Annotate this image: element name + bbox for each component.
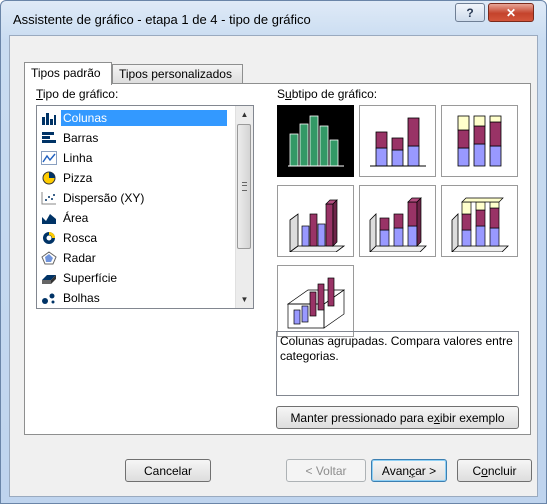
- doughnut-chart-icon: [39, 229, 59, 247]
- bar-chart-icon: [39, 129, 59, 147]
- chart-type-label-text: Rosca: [63, 231, 98, 245]
- chart-wizard-dialog: Assistente de gráfico - etapa 1 de 4 - t…: [0, 0, 547, 504]
- chart-type-item-5[interactable]: Área: [39, 208, 236, 228]
- chart-type-item-1[interactable]: Barras: [39, 128, 236, 148]
- subtype-3d-column[interactable]: [277, 265, 354, 337]
- scroll-up-icon[interactable]: ▲: [236, 106, 253, 123]
- finish-button[interactable]: Concluir: [457, 459, 532, 482]
- 3d-stacked-column-icon: [368, 197, 427, 252]
- subtype-description: Colunas agrupadas. Compara valores entre…: [276, 331, 519, 396]
- chart-type-item-2[interactable]: Linha: [39, 148, 236, 168]
- chart-type-label-text: Radar: [63, 251, 96, 265]
- clustered-column-icon: [287, 115, 344, 167]
- subtype-100-stacked-column[interactable]: [441, 105, 518, 177]
- stacked-column-icon: [369, 117, 426, 167]
- subtype-3d-clustered-column[interactable]: [277, 185, 354, 257]
- tab-custom-types[interactable]: Tipos personalizados: [112, 64, 243, 84]
- 3d-clustered-column-icon: [288, 199, 345, 252]
- chart-type-item-4[interactable]: Dispersão (XY): [39, 188, 236, 208]
- pie-chart-icon: [39, 169, 59, 187]
- chart-type-item-8[interactable]: Superfície: [39, 268, 236, 288]
- line-chart-icon: [39, 149, 59, 167]
- window-title: Assistente de gráfico - etapa 1 de 4 - t…: [13, 12, 311, 27]
- subtype-3d-100-stacked-column[interactable]: [441, 185, 518, 257]
- chart-type-label-text: Bolhas: [63, 291, 100, 305]
- percent-stacked-column-icon: [457, 115, 501, 167]
- bubble-chart-icon: [39, 289, 59, 307]
- preview-sample-button[interactable]: Manter pressionado para exibir exemplo: [276, 406, 519, 429]
- chart-type-label-text: Área: [63, 211, 89, 225]
- area-chart-icon: [39, 209, 59, 227]
- chart-type-scrollbar[interactable]: ▲ ▼: [235, 106, 253, 308]
- scroll-down-icon[interactable]: ▼: [236, 291, 253, 308]
- radar-chart-icon: [39, 249, 59, 267]
- tab-standard-types[interactable]: Tipos padrão: [24, 62, 112, 85]
- chart-type-label-text: Dispersão (XY): [63, 191, 145, 205]
- chart-type-label-text: Pizza: [63, 171, 93, 185]
- close-icon: ✕: [505, 5, 517, 20]
- chart-type-label-text: Linha: [63, 151, 93, 165]
- dialog-body: Tipos padrão Tipos personalizados Tipo d…: [9, 35, 538, 497]
- title-bar[interactable]: Assistente de gráfico - etapa 1 de 4 - t…: [1, 1, 546, 35]
- 3d-column-icon: [286, 277, 345, 329]
- chart-type-list[interactable]: Colunas Barras Linha Pizza Dispersão (XY) Áre…: [36, 105, 254, 309]
- chart-type-item-9[interactable]: Bolhas: [39, 288, 236, 308]
- surface-chart-icon: [39, 269, 59, 287]
- tab-panel: Tipo de gráfico: Colunas Barras Linha Pizza…: [24, 83, 531, 435]
- chart-type-item-0[interactable]: Colunas: [39, 108, 236, 128]
- column-chart-icon: [39, 109, 59, 127]
- subtype-3d-stacked-column[interactable]: [359, 185, 436, 257]
- close-button[interactable]: ✕: [488, 3, 534, 22]
- subtype-clustered-column[interactable]: [277, 105, 354, 177]
- chart-type-label: Tipo de gráfico:: [36, 87, 119, 101]
- subtype-stacked-column[interactable]: [359, 105, 436, 177]
- chart-type-label-text: Colunas: [61, 110, 228, 126]
- help-button[interactable]: ?: [455, 3, 485, 22]
- chart-type-item-3[interactable]: Pizza: [39, 168, 236, 188]
- scroll-thumb[interactable]: [237, 124, 251, 249]
- chart-type-item-6[interactable]: Rosca: [39, 228, 236, 248]
- help-icon: ?: [466, 5, 474, 20]
- back-button[interactable]: < Voltar: [286, 459, 366, 482]
- chart-type-label-text: Superfície: [63, 271, 118, 285]
- scatter-chart-icon: [39, 189, 59, 207]
- chart-type-label-text: Barras: [63, 131, 99, 145]
- 3d-percent-stacked-column-icon: [450, 197, 509, 252]
- subtype-label: Subtipo de gráfico:: [277, 87, 378, 101]
- cancel-button[interactable]: Cancelar: [125, 459, 211, 482]
- next-button[interactable]: Avançar >: [371, 459, 447, 482]
- chart-type-item-7[interactable]: Radar: [39, 248, 236, 268]
